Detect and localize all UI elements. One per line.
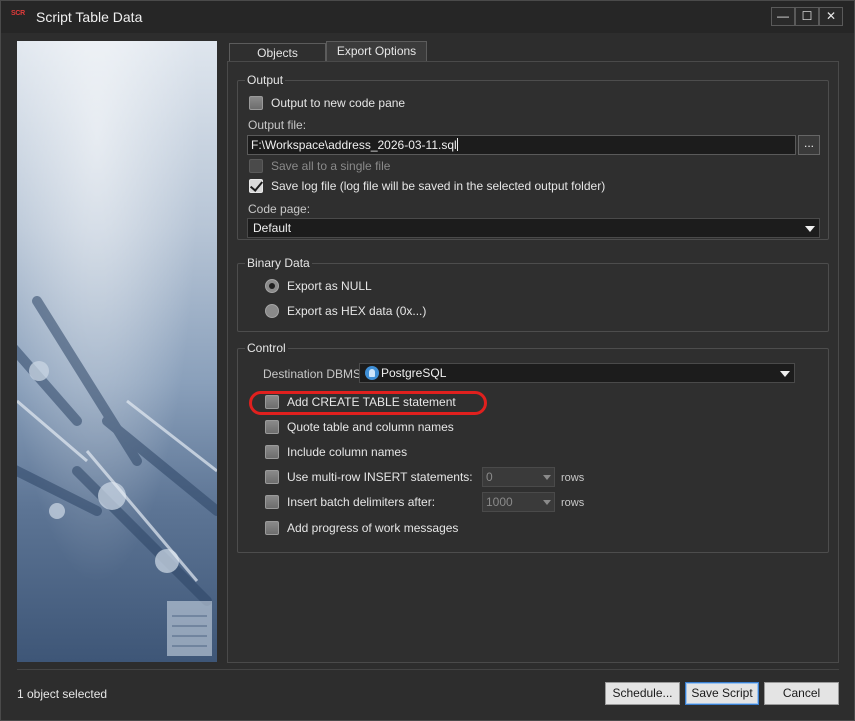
batch-rows-spinner[interactable]: 1000 xyxy=(482,492,555,512)
minimize-icon[interactable]: — xyxy=(771,7,795,26)
save-script-button[interactable]: Save Script xyxy=(685,682,759,705)
batch-delimiters-checkbox[interactable] xyxy=(265,495,279,509)
control-group: Control Destination DBMS: PostgreSQL Add… xyxy=(237,341,829,553)
save-single-file-checkbox[interactable] xyxy=(249,159,263,173)
multirow-rows-spinner[interactable]: 0 xyxy=(482,467,555,487)
status-text: 1 object selected xyxy=(17,687,108,701)
save-log-file-checkbox[interactable] xyxy=(249,179,263,193)
quote-names-checkbox[interactable] xyxy=(265,420,279,434)
save-log-file-label: Save log file (log file will be saved in… xyxy=(271,179,606,193)
progress-messages-label: Add progress of work messages xyxy=(287,521,459,535)
app-logo-icon: SCR xyxy=(11,10,25,17)
destination-dbms-label: Destination DBMS: xyxy=(263,367,365,381)
include-column-names-checkbox[interactable] xyxy=(265,445,279,459)
binary-data-group-title: Binary Data xyxy=(245,256,312,270)
multirow-insert-checkbox[interactable] xyxy=(265,470,279,484)
footer-divider xyxy=(17,669,839,670)
control-group-title: Control xyxy=(245,341,288,355)
chevron-down-icon xyxy=(543,475,551,480)
output-new-code-pane-label: Output to new code pane xyxy=(271,96,406,110)
wrench-illustration xyxy=(17,296,217,656)
progress-messages-checkbox[interactable] xyxy=(265,521,279,535)
output-group: Output Output to new code pane Output fi… xyxy=(237,73,829,240)
code-page-select[interactable]: Default xyxy=(247,218,820,238)
cancel-button[interactable]: Cancel xyxy=(764,682,839,705)
code-page-label: Code page: xyxy=(248,202,311,216)
include-column-names-label: Include column names xyxy=(287,445,408,459)
export-null-label: Export as NULL xyxy=(287,279,372,293)
output-group-title: Output xyxy=(245,73,286,87)
export-hex-label: Export as HEX data (0x...) xyxy=(287,304,427,318)
schedule-button[interactable]: Schedule... xyxy=(605,682,680,705)
tab-export-options[interactable]: Export Options xyxy=(326,41,427,61)
output-file-label: Output file: xyxy=(248,118,307,132)
batch-rows-unit: rows xyxy=(561,497,585,509)
destination-dbms-select[interactable]: PostgreSQL xyxy=(359,363,795,383)
multirow-rows-unit: rows xyxy=(561,472,585,484)
chevron-down-icon xyxy=(543,500,551,505)
browse-button[interactable]: ... xyxy=(798,135,820,155)
binary-data-group: Binary Data Export as NULL Export as HEX… xyxy=(237,256,829,332)
maximize-icon[interactable]: ☐ xyxy=(795,7,819,26)
title-bar[interactable]: SCR Script Table Data — ☐ ✕ xyxy=(1,1,854,33)
save-single-file-label: Save all to a single file xyxy=(271,159,391,173)
close-icon[interactable]: ✕ xyxy=(819,7,843,26)
multirow-insert-label: Use multi-row INSERT statements: xyxy=(287,470,473,484)
output-file-input[interactable]: F:\Workspace\address_2026-03-11.sql xyxy=(247,135,796,155)
postgresql-elephant-icon xyxy=(365,366,379,380)
batch-delimiters-label: Insert batch delimiters after: xyxy=(287,495,436,509)
quote-names-label: Quote table and column names xyxy=(287,420,454,434)
red-highlight-annotation xyxy=(249,391,487,415)
export-options-panel: Output Output to new code pane Output fi… xyxy=(227,61,839,663)
window-title: Script Table Data xyxy=(36,9,143,25)
export-hex-radio[interactable] xyxy=(265,304,279,318)
script-table-data-dialog: SCR Script Table Data — ☐ ✕ Objects Expo… xyxy=(0,0,855,721)
tab-objects[interactable]: Objects xyxy=(229,43,326,61)
output-new-code-pane-checkbox[interactable] xyxy=(249,96,263,110)
chevron-down-icon xyxy=(805,226,815,232)
export-null-radio[interactable] xyxy=(265,279,279,293)
tools-decorative-image xyxy=(17,41,217,662)
chevron-down-icon xyxy=(780,371,790,377)
